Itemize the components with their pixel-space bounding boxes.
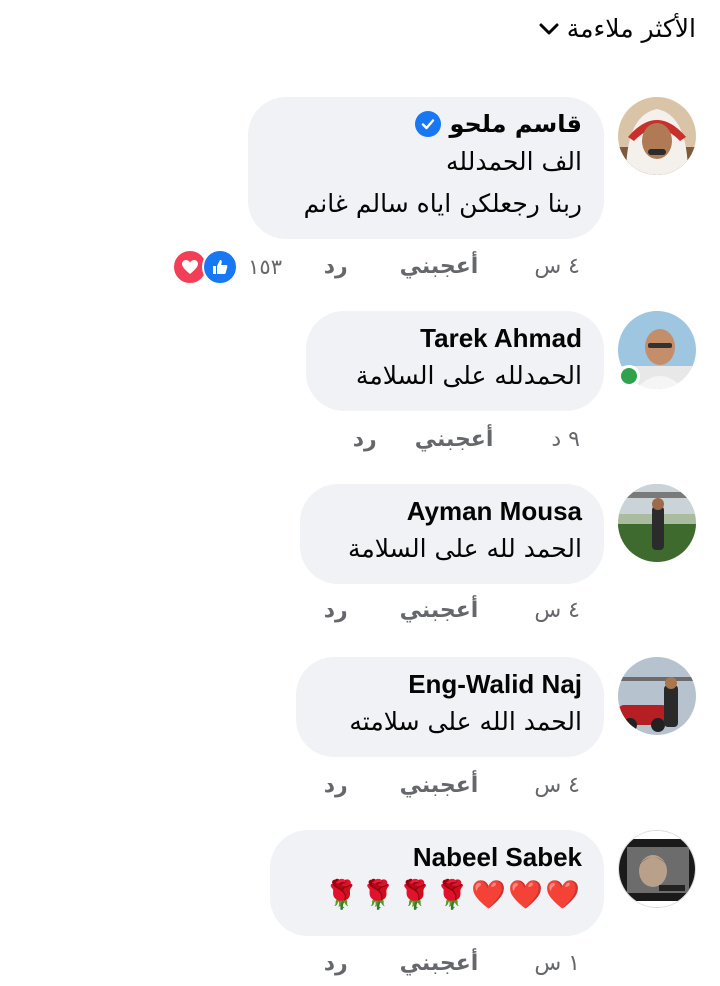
- reaction-summary[interactable]: ١٥٣: [172, 249, 282, 285]
- comment-time[interactable]: ٤ س: [534, 598, 580, 623]
- comment-time[interactable]: ٤ س: [534, 773, 580, 798]
- comment-time[interactable]: ٤ س: [534, 254, 580, 279]
- comment-actions: ٤ س أعجبني رد: [324, 773, 580, 798]
- like-reaction-icon: [202, 249, 239, 285]
- comment-bubble[interactable]: Nabeel Sabek ❤️❤️❤️🌹🌹🌹🌹: [270, 830, 604, 936]
- reply-button[interactable]: رد: [324, 598, 348, 623]
- avatar[interactable]: [618, 657, 696, 735]
- sort-dropdown[interactable]: الأكثر ملاءمة: [539, 14, 696, 43]
- comment-time[interactable]: ١ س: [534, 951, 580, 976]
- comment-actions: ٤ س أعجبني رد: [324, 254, 580, 279]
- comment-text-line: الحمد الله على سلامته: [349, 707, 582, 736]
- online-status-icon: [618, 365, 640, 387]
- avatar[interactable]: [618, 97, 696, 175]
- verified-badge-icon: [415, 111, 442, 137]
- comment-text-line: الف الحمدلله: [446, 147, 582, 176]
- comment-time[interactable]: ٩ د: [551, 427, 580, 452]
- like-button[interactable]: أعجبني: [400, 598, 479, 623]
- like-button[interactable]: أعجبني: [415, 427, 494, 452]
- comment-actions: ٤ س أعجبني رد: [324, 598, 580, 623]
- like-button[interactable]: أعجبني: [400, 254, 479, 279]
- reaction-count: ١٥٣: [248, 255, 282, 279]
- sort-label: الأكثر ملاءمة: [566, 14, 696, 43]
- comment-text-line: الحمد لله على السلامة: [347, 534, 582, 563]
- author-name[interactable]: Ayman Mousa: [407, 494, 582, 528]
- comment-bubble[interactable]: قاسم ملحو الف الحمدلله ربنا رجعلكن اياه …: [248, 97, 604, 239]
- reply-button[interactable]: رد: [353, 427, 377, 452]
- comment-bubble[interactable]: Tarek Ahmad الحمدلله على السلامة: [306, 311, 604, 411]
- comment-author[interactable]: Tarek Ahmad: [328, 321, 582, 355]
- comment-text-line: الحمدلله على السلامة: [355, 361, 582, 390]
- reaction-icons: [172, 249, 239, 285]
- reply-button[interactable]: رد: [324, 951, 348, 976]
- comment-author[interactable]: Eng-Walid Naj: [318, 667, 582, 701]
- author-name[interactable]: Eng-Walid Naj: [408, 667, 582, 701]
- like-button[interactable]: أعجبني: [400, 773, 479, 798]
- reply-button[interactable]: رد: [324, 254, 348, 279]
- comment-emoji-text: ❤️❤️❤️🌹🌹🌹🌹: [323, 878, 582, 911]
- author-name[interactable]: Nabeel Sabek: [413, 840, 582, 874]
- author-name[interactable]: قاسم ملحو: [449, 107, 582, 141]
- comment-actions: ٩ د أعجبني رد: [353, 427, 580, 452]
- avatar[interactable]: [618, 484, 696, 562]
- comment-text-line: ربنا رجعلكن اياه سالم غانم: [303, 189, 582, 218]
- comment-author[interactable]: قاسم ملحو: [270, 107, 582, 141]
- author-name[interactable]: Tarek Ahmad: [420, 321, 582, 355]
- comment-author[interactable]: Ayman Mousa: [322, 494, 582, 528]
- avatar[interactable]: [618, 830, 696, 908]
- reply-button[interactable]: رد: [324, 773, 348, 798]
- comment-bubble[interactable]: Eng-Walid Naj الحمد الله على سلامته: [296, 657, 604, 757]
- comment-author[interactable]: Nabeel Sabek: [292, 840, 582, 874]
- comment-bubble[interactable]: Ayman Mousa الحمد لله على السلامة: [300, 484, 604, 584]
- like-button[interactable]: أعجبني: [400, 951, 479, 976]
- chevron-down-icon: [539, 22, 559, 36]
- comment-actions: ١ س أعجبني رد: [324, 951, 580, 976]
